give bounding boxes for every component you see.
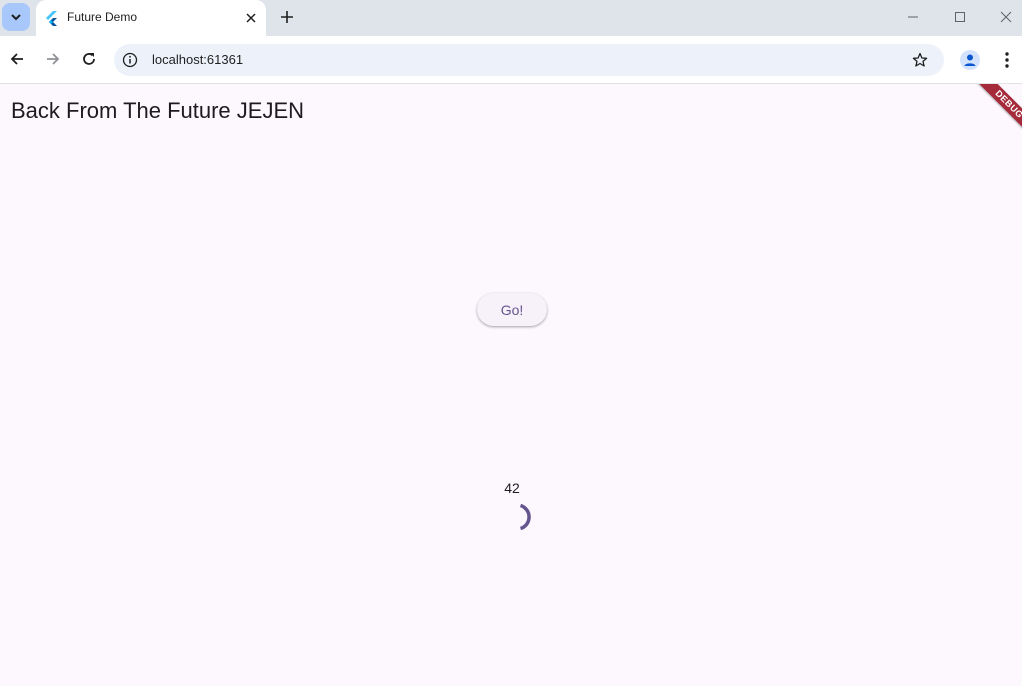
site-info-button[interactable] (122, 52, 138, 68)
browser-toolbar: localhost:61361 (0, 36, 1022, 84)
person-icon (964, 54, 976, 66)
info-icon (122, 52, 138, 68)
url-text[interactable]: localhost:61361 (152, 52, 243, 67)
back-button[interactable] (5, 47, 29, 71)
tab-search-button[interactable] (2, 3, 30, 31)
new-tab-button[interactable] (277, 7, 297, 27)
profile-button[interactable] (960, 50, 980, 70)
minimize-button[interactable] (890, 0, 936, 34)
page-title: Back From The Future JEJEN (11, 98, 305, 123)
more-vert-icon (1005, 52, 1009, 68)
browser-menu-button[interactable] (998, 49, 1016, 71)
loading-spinner (519, 503, 531, 531)
forward-button[interactable] (41, 47, 65, 71)
close-icon (246, 13, 256, 23)
app-page: Back From The Future JEJEN Go! 42 DEBUG (0, 84, 1022, 686)
chevron-down-icon (11, 14, 21, 21)
reload-icon (83, 53, 95, 65)
debug-banner-label: DEBUG (972, 84, 1022, 141)
arrow-right-icon (47, 53, 60, 65)
go-button[interactable]: Go! (477, 293, 547, 326)
maximize-button[interactable] (937, 0, 983, 34)
tab-close-button[interactable] (242, 9, 260, 27)
minimize-icon (908, 16, 918, 18)
arrow-left-icon (10, 53, 23, 65)
flutter-icon (46, 11, 57, 26)
close-icon (1000, 11, 1012, 23)
maximize-icon (955, 12, 965, 22)
address-bar[interactable]: localhost:61361 (114, 44, 944, 76)
reload-button[interactable] (77, 47, 101, 71)
plus-icon (281, 11, 293, 23)
browser-titlebar: Future Demo (0, 0, 1022, 36)
close-window-button[interactable] (983, 0, 1022, 34)
result-text: 42 (504, 480, 520, 496)
debug-banner: DEBUG (962, 84, 1022, 144)
browser-tab[interactable]: Future Demo (36, 0, 266, 36)
tab-title: Future Demo (67, 10, 138, 24)
bookmark-button[interactable] (911, 51, 929, 69)
star-icon (912, 52, 928, 67)
